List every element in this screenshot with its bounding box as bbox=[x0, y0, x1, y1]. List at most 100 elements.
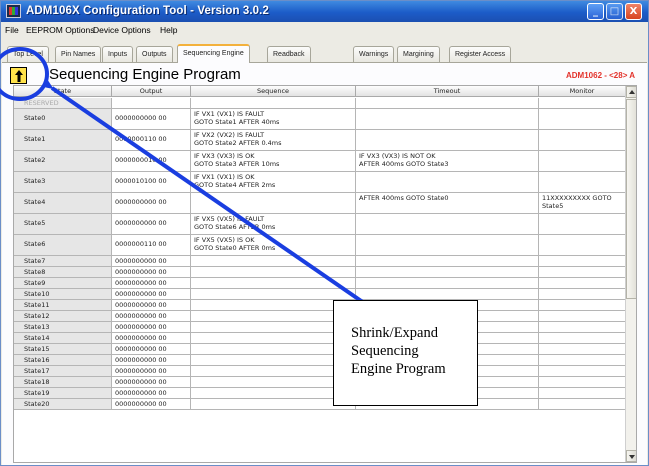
table-row[interactable]: State11 0000000000 00 bbox=[14, 300, 626, 311]
timeout-cell[interactable] bbox=[356, 214, 539, 234]
table-row[interactable]: RESERVED bbox=[14, 98, 626, 109]
column-header-sequence[interactable]: Sequence bbox=[191, 86, 356, 97]
sequence-cell[interactable] bbox=[191, 322, 356, 332]
table-row[interactable]: State12 0000000000 00 bbox=[14, 311, 626, 322]
sequence-cell[interactable]: IF VX1 (VX1) IS OK GOTO State4 AFTER 2ms bbox=[191, 172, 356, 192]
tab-margining[interactable]: Margining bbox=[397, 46, 440, 62]
monitor-cell[interactable] bbox=[539, 366, 626, 376]
timeout-cell[interactable] bbox=[356, 267, 539, 277]
output-cell[interactable]: 0000000000 00 bbox=[112, 256, 191, 266]
state-cell[interactable]: State19 bbox=[14, 388, 112, 398]
title-bar[interactable]: ADM106X Configuration Tool - Version 3.0… bbox=[1, 1, 648, 22]
state-cell[interactable]: State15 bbox=[14, 344, 112, 354]
monitor-cell[interactable] bbox=[539, 172, 626, 192]
table-row[interactable]: State10 0000000000 00 bbox=[14, 289, 626, 300]
output-cell[interactable]: 0000000000 00 bbox=[112, 388, 191, 398]
output-cell[interactable]: 0000000000 00 bbox=[112, 322, 191, 332]
table-row[interactable]: State18 0000000000 00 bbox=[14, 377, 626, 388]
timeout-cell[interactable] bbox=[356, 98, 539, 108]
tab-readback[interactable]: Readback bbox=[267, 46, 311, 62]
table-row[interactable]: State0 0000000000 00 IF VX1 (VX1) IS FAULT… bbox=[14, 109, 626, 130]
tab-register-access[interactable]: Register Access bbox=[449, 46, 512, 62]
timeout-cell[interactable] bbox=[356, 172, 539, 192]
timeout-cell[interactable]: AFTER 400ms GOTO State0 bbox=[356, 193, 539, 213]
state-cell[interactable]: State1 bbox=[14, 130, 112, 150]
state-cell[interactable]: State0 bbox=[14, 109, 112, 129]
table-row[interactable]: State6 0000000110 00 IF VX5 (VX5) IS OK GOT… bbox=[14, 235, 626, 256]
monitor-cell[interactable] bbox=[539, 377, 626, 387]
output-cell[interactable]: 0000000000 00 bbox=[112, 377, 191, 387]
table-row[interactable]: State1 0000000110 00 IF VX2 (VX2) IS FAULT… bbox=[14, 130, 626, 151]
column-header-output[interactable]: Output bbox=[112, 86, 191, 97]
sequence-cell[interactable] bbox=[191, 355, 356, 365]
column-header-monitor[interactable]: Monitor bbox=[539, 86, 626, 97]
scroll-down-button[interactable] bbox=[626, 450, 636, 462]
sequence-cell[interactable] bbox=[191, 98, 356, 108]
sequence-cell[interactable]: IF VX1 (VX1) IS FAULT GOTO State1 AFTER 4… bbox=[191, 109, 356, 129]
output-cell[interactable] bbox=[112, 98, 191, 108]
monitor-cell[interactable] bbox=[539, 311, 626, 321]
tab-inputs[interactable]: Inputs bbox=[102, 46, 134, 62]
monitor-cell[interactable] bbox=[539, 300, 626, 310]
sequence-cell[interactable] bbox=[191, 377, 356, 387]
output-cell[interactable]: 0000000110 00 bbox=[112, 235, 191, 255]
monitor-cell[interactable] bbox=[539, 109, 626, 129]
timeout-cell[interactable] bbox=[356, 256, 539, 266]
output-cell[interactable]: 0000000000 00 bbox=[112, 193, 191, 213]
state-cell[interactable]: State16 bbox=[14, 355, 112, 365]
state-cell[interactable]: RESERVED bbox=[14, 98, 112, 108]
monitor-cell[interactable] bbox=[539, 388, 626, 398]
column-header-timeout[interactable]: Timeout bbox=[356, 86, 539, 97]
table-row[interactable]: State9 0000000000 00 bbox=[14, 278, 626, 289]
monitor-cell[interactable] bbox=[539, 235, 626, 255]
state-cell[interactable]: State4 bbox=[14, 193, 112, 213]
table-row[interactable]: State8 0000000000 00 bbox=[14, 267, 626, 278]
tab-top-level[interactable]: Top Level bbox=[7, 46, 49, 62]
sequence-cell[interactable] bbox=[191, 278, 356, 288]
state-cell[interactable]: State6 bbox=[14, 235, 112, 255]
table-row[interactable]: State17 0000000000 00 bbox=[14, 366, 626, 377]
table-row[interactable]: State4 0000000000 00 AFTER 400ms GOTO Stat… bbox=[14, 193, 626, 214]
maximize-button[interactable]: □ bbox=[606, 3, 623, 20]
timeout-cell[interactable] bbox=[356, 278, 539, 288]
table-row[interactable]: State3 0000010100 00 IF VX1 (VX1) IS OK GOT… bbox=[14, 172, 626, 193]
state-cell[interactable]: State18 bbox=[14, 377, 112, 387]
table-row[interactable]: State20 0000000000 00 bbox=[14, 399, 626, 410]
timeout-cell[interactable] bbox=[356, 289, 539, 299]
table-row[interactable]: State5 0000000000 00 IF VX5 (VX5) IS FAULT… bbox=[14, 214, 626, 235]
monitor-cell[interactable] bbox=[539, 98, 626, 108]
monitor-cell[interactable] bbox=[539, 289, 626, 299]
column-header-state[interactable]: State bbox=[14, 86, 112, 97]
table-row[interactable]: State13 0000000000 00 bbox=[14, 322, 626, 333]
tab-pin-names[interactable]: Pin Names bbox=[55, 46, 102, 62]
output-cell[interactable]: 0000000000 00 bbox=[112, 289, 191, 299]
monitor-cell[interactable] bbox=[539, 256, 626, 266]
sequence-cell[interactable] bbox=[191, 300, 356, 310]
timeout-cell[interactable]: IF VX3 (VX3) IS NOT OK AFTER 400ms GOTO S… bbox=[356, 151, 539, 171]
close-button[interactable]: X bbox=[625, 3, 642, 20]
minimize-button[interactable]: _ bbox=[587, 3, 604, 20]
monitor-cell[interactable] bbox=[539, 322, 626, 332]
timeout-cell[interactable] bbox=[356, 109, 539, 129]
output-cell[interactable]: 0000000000 00 bbox=[112, 366, 191, 376]
state-cell[interactable]: State3 bbox=[14, 172, 112, 192]
state-cell[interactable]: State20 bbox=[14, 399, 112, 409]
monitor-cell[interactable] bbox=[539, 399, 626, 409]
output-cell[interactable]: 0000000000 00 bbox=[112, 344, 191, 354]
table-row[interactable]: State16 0000000000 00 bbox=[14, 355, 626, 366]
monitor-cell[interactable] bbox=[539, 214, 626, 234]
table-row[interactable]: State19 0000000000 00 bbox=[14, 388, 626, 399]
output-cell[interactable]: 0000000000 00 bbox=[112, 214, 191, 234]
monitor-cell[interactable] bbox=[539, 151, 626, 171]
state-cell[interactable]: State12 bbox=[14, 311, 112, 321]
monitor-cell[interactable] bbox=[539, 278, 626, 288]
menu-device-options[interactable]: Device Options bbox=[93, 25, 151, 35]
monitor-cell[interactable] bbox=[539, 130, 626, 150]
sequence-cell[interactable] bbox=[191, 193, 356, 213]
sequence-cell[interactable] bbox=[191, 256, 356, 266]
sequence-cell[interactable]: IF VX5 (VX5) IS FAULT GOTO State6 AFTER 0… bbox=[191, 214, 356, 234]
menu-eeprom-options[interactable]: EEPROM Options bbox=[26, 25, 95, 35]
sequence-cell[interactable] bbox=[191, 344, 356, 354]
scroll-thumb[interactable] bbox=[626, 99, 636, 299]
sequence-cell[interactable]: IF VX5 (VX5) IS OK GOTO State0 AFTER 0ms bbox=[191, 235, 356, 255]
